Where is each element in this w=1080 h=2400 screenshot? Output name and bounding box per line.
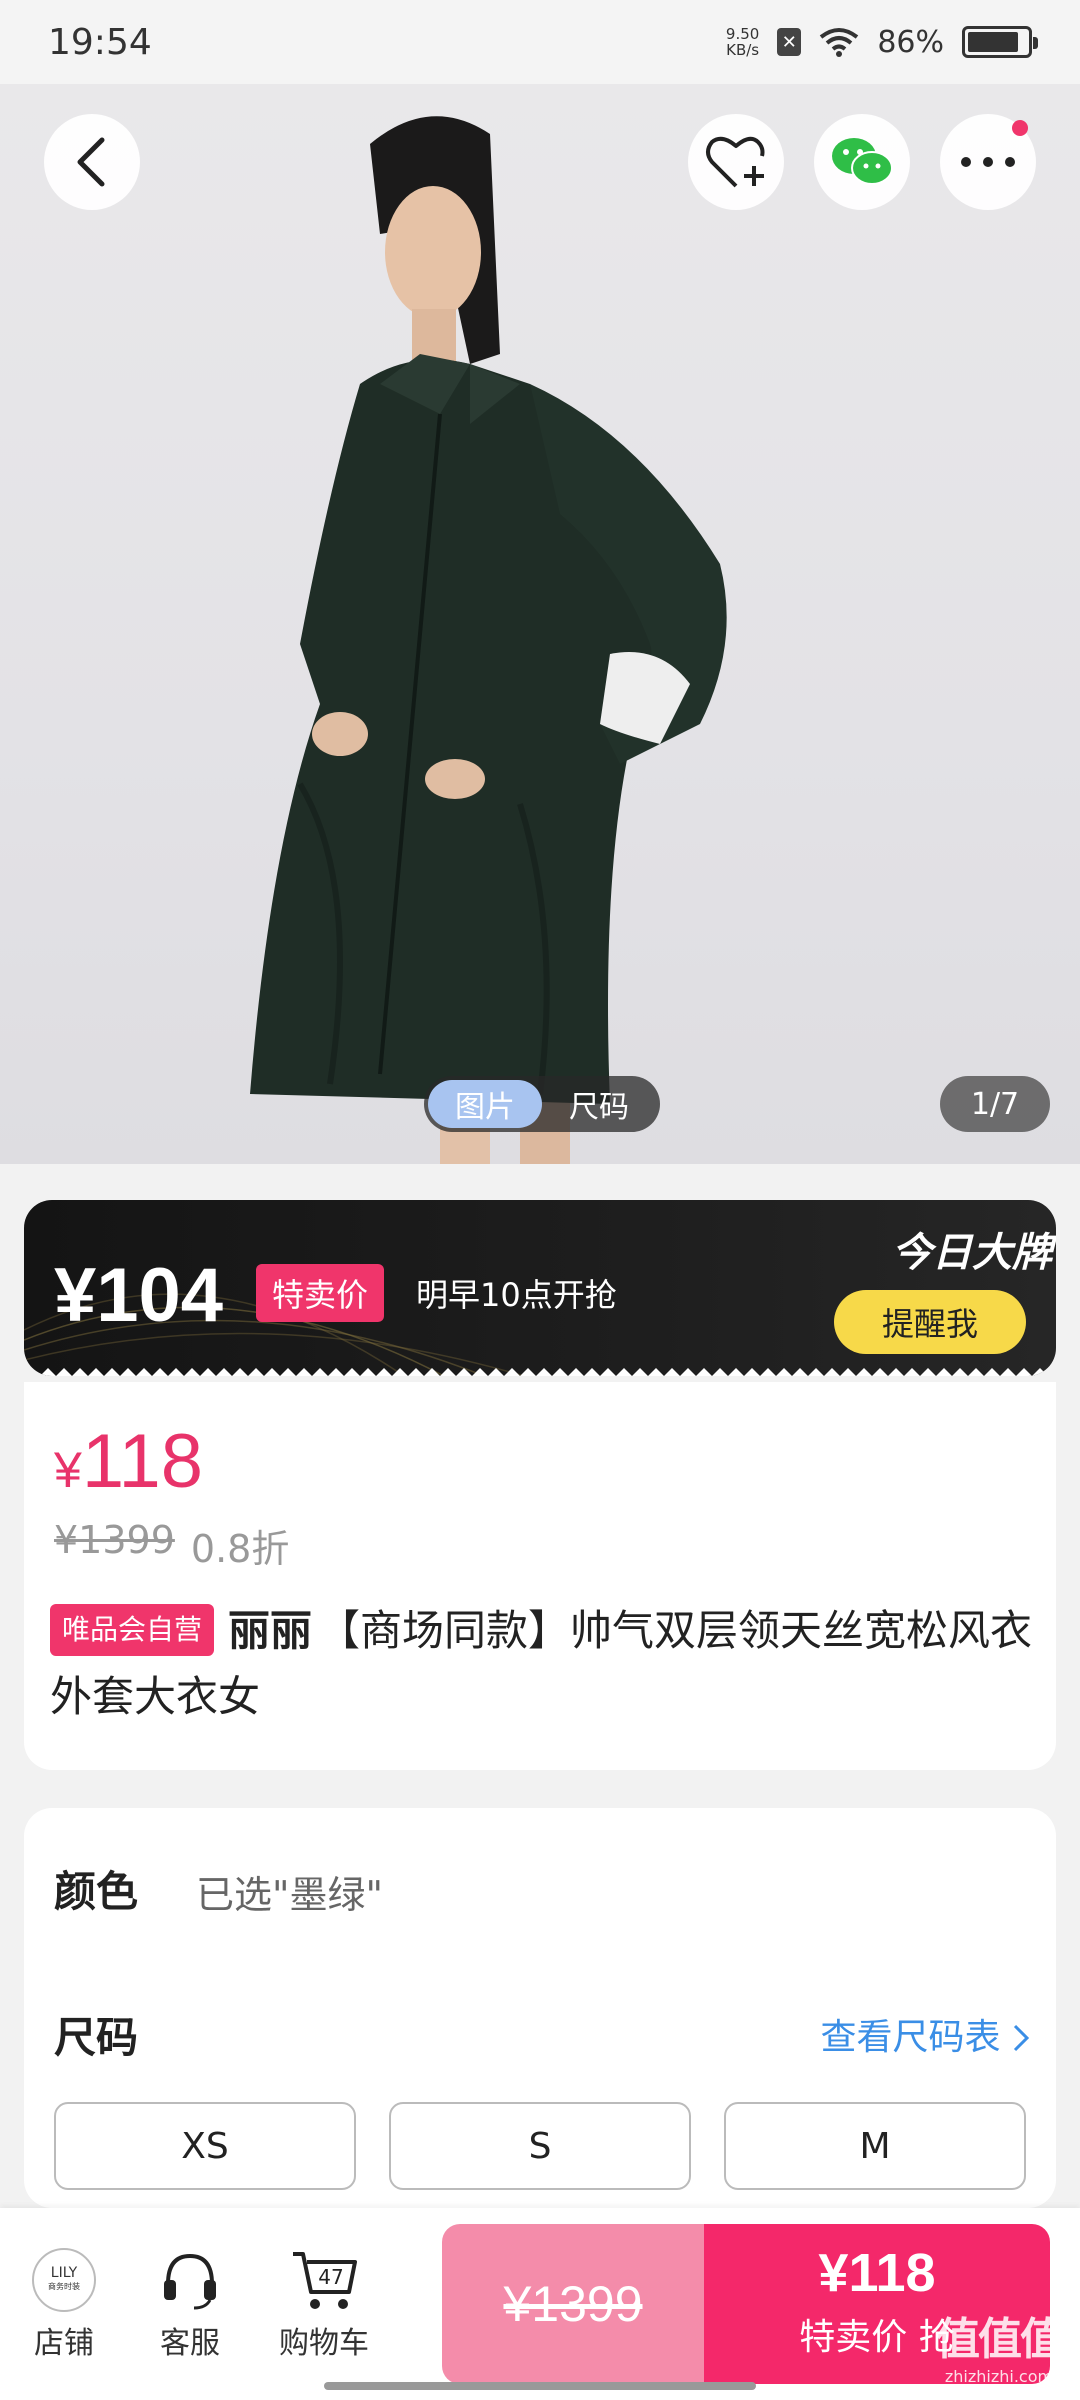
buy-now-price: ¥118 (818, 2243, 936, 2303)
more-dots-icon (961, 157, 1015, 167)
wechat-share-button[interactable] (814, 114, 910, 210)
product-title: 唯品会自营 丽丽 【商场同款】帅气双层领天丝宽松风衣外套大衣女 (50, 1598, 1040, 1730)
original-price: ¥1399 (54, 1518, 175, 1562)
favorite-button[interactable] (688, 114, 784, 210)
selected-color[interactable]: 已选"墨绿" (196, 1864, 383, 1919)
cart-nav[interactable]: 47 购物车 (264, 2248, 384, 2362)
headset-icon (130, 2248, 250, 2312)
store-label: 店铺 (34, 2326, 94, 2361)
gallery-tab-switch: 图片 尺码 (424, 1076, 660, 1132)
cart-label: 购物车 (279, 2326, 369, 2361)
size-label: 尺码 (54, 2013, 139, 2062)
store-logo-icon: LILY 商务时装 (32, 2248, 96, 2312)
cart-count: 47 (318, 2265, 343, 2289)
zigzag-divider (24, 1368, 1056, 1376)
network-speed: 9.50 KB/s (726, 26, 759, 58)
currency-symbol: ¥ (54, 1442, 82, 1498)
notification-dot (1012, 120, 1028, 136)
product-photo (250, 116, 727, 1164)
wifi-icon (820, 28, 859, 57)
cart-icon: 47 (264, 2248, 384, 2312)
watermark-url: zhizhizhi.com (944, 2367, 1054, 2386)
store-logo-subtext: 商务时装 (48, 2282, 80, 2291)
no-sim-icon: ✕ (777, 28, 802, 56)
home-indicator[interactable] (324, 2382, 756, 2390)
size-option-s[interactable]: S (389, 2102, 691, 2190)
tab-image[interactable]: 图片 (428, 1080, 542, 1128)
battery-fill (968, 32, 1018, 52)
current-price-value: 118 (81, 1419, 203, 1504)
status-time: 19:54 (48, 21, 152, 63)
more-button[interactable] (940, 114, 1036, 210)
store-logo-wrap: LILY 商务时装 (4, 2248, 124, 2312)
remind-me-button[interactable]: 提醒我 (834, 1290, 1026, 1354)
network-speed-unit: KB/s (726, 41, 760, 59)
battery-icon (962, 26, 1038, 58)
watermark-logo: 值值值 (936, 2314, 1064, 2365)
discount-label: 0.8折 (190, 1527, 290, 1571)
promo-banner: ¥104 特卖价 明早10点开抢 今日大牌 提醒我 (24, 1200, 1056, 1376)
bottom-action-bar: LILY 商务时装 店铺 客服 47 购物车 ¥1399 ¥118 特卖价 抢 … (0, 2208, 1080, 2400)
price-card: ¥118 ¥1399 0.8折 唯品会自营 丽丽 【商场同款】帅气双层领天丝宽松风衣… (24, 1382, 1056, 1770)
product-image-gallery[interactable]: 图片 尺码 1/7 (0, 84, 1080, 1164)
size-option-xs[interactable]: XS (54, 2102, 356, 2190)
status-bar: 19:54 9.50 KB/s ✕ 86% (0, 0, 1080, 84)
options-card: 颜色 已选"墨绿" 尺码 查看尺码表 XS S M (24, 1808, 1056, 2208)
image-page-counter: 1/7 (940, 1076, 1050, 1132)
promo-badge: 特卖价 (256, 1264, 385, 1322)
self-operated-badge: 唯品会自营 (50, 1604, 215, 1656)
chevron-left-icon (77, 137, 105, 187)
original-price-row: ¥1399 0.8折 (54, 1518, 289, 1573)
battery-percentage: 86% (877, 24, 944, 60)
promo-start-time: 明早10点开抢 (416, 1276, 617, 1314)
site-watermark: 值值值 zhizhizhi.com (936, 2303, 1064, 2386)
store-nav[interactable]: LILY 商务时装 店铺 (4, 2248, 124, 2362)
promo-brand-tag: 今日大牌 (892, 1230, 1052, 1276)
color-label: 颜色 (54, 1867, 139, 1916)
brand-name[interactable]: 丽丽 (228, 1606, 312, 1655)
wechat-icon (832, 138, 893, 185)
customer-service-nav[interactable]: 客服 (130, 2248, 250, 2362)
tab-size[interactable]: 尺码 (542, 1080, 656, 1128)
network-speed-value: 9.50 (725, 25, 760, 43)
promo-price: ¥104 (54, 1253, 224, 1338)
chevron-right-icon (1013, 2024, 1030, 2052)
original-price-buy-button[interactable]: ¥1399 (442, 2224, 704, 2384)
size-chart-link-label: 查看尺码表 (820, 2017, 1001, 2058)
back-button[interactable] (44, 114, 140, 210)
status-icons: 9.50 KB/s ✕ 86% (726, 24, 1038, 60)
service-label: 客服 (160, 2326, 220, 2361)
size-option-m[interactable]: M (724, 2102, 1026, 2190)
store-logo-text: LILY (50, 2265, 78, 2281)
heart-plus-icon (706, 136, 765, 188)
size-chart-link[interactable]: 查看尺码表 (821, 2008, 1030, 2060)
current-price: ¥118 (54, 1418, 203, 1505)
